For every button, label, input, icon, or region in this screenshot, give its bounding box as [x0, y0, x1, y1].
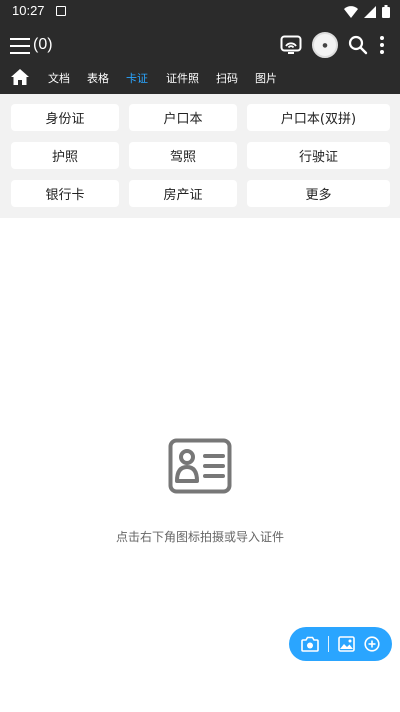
category-grid: 身份证 户口本 户口本(双拼) 护照 驾照 行驶证 银行卡 房产证 更多: [11, 104, 390, 207]
category-bank-card[interactable]: 银行卡: [11, 180, 119, 207]
category-property-certificate[interactable]: 房产证: [129, 180, 237, 207]
category-passport[interactable]: 护照: [11, 142, 119, 169]
category-vehicle-license[interactable]: 行驶证: [247, 142, 390, 169]
image-icon[interactable]: [338, 636, 355, 652]
battery-icon: [382, 5, 390, 18]
fab-divider: [328, 636, 329, 652]
status-time: 10:27: [12, 3, 45, 18]
signal-icon: [364, 5, 376, 18]
tab-tables[interactable]: 表格: [87, 70, 109, 86]
tab-id-photo[interactable]: 证件照: [166, 70, 199, 86]
tab-images[interactable]: 图片: [255, 70, 277, 86]
home-icon[interactable]: [10, 68, 30, 86]
wifi-icon: [344, 5, 358, 18]
category-id-card[interactable]: 身份证: [11, 104, 119, 131]
status-bar: 10:27: [0, 0, 400, 24]
id-card-icon: [168, 438, 232, 494]
category-household-register[interactable]: 户口本: [129, 104, 237, 131]
category-panel: 身份证 户口本 户口本(双拼) 护照 驾照 行驶证 银行卡 房产证 更多: [0, 94, 400, 218]
tab-scan-code[interactable]: 扫码: [216, 70, 238, 86]
empty-state-message: 点击右下角图标拍摄或导入证件: [115, 530, 284, 544]
top-actions: ●: [280, 32, 386, 58]
add-circle-icon[interactable]: [364, 636, 380, 652]
tab-documents[interactable]: 文档: [48, 70, 70, 86]
notification-icon: [56, 6, 66, 16]
category-household-register-double[interactable]: 户口本(双拼): [247, 104, 390, 131]
floating-action-bar: [289, 627, 392, 661]
search-icon[interactable]: [348, 35, 368, 55]
avatar[interactable]: ●: [312, 32, 338, 58]
camera-icon[interactable]: [301, 636, 319, 652]
tab-bar: 文档 表格 卡证 证件照 扫码 图片: [0, 68, 400, 90]
item-count: (0): [33, 36, 53, 53]
category-driver-license[interactable]: 驾照: [129, 142, 237, 169]
status-icons: [344, 5, 390, 18]
more-vertical-icon[interactable]: [378, 35, 386, 55]
menu-icon[interactable]: [10, 38, 32, 56]
tab-cards[interactable]: 卡证: [126, 70, 148, 86]
cast-icon[interactable]: [280, 35, 302, 55]
app-bar: (0) ● 文档 表格 卡证 证件照 扫码 图片: [0, 24, 400, 94]
category-more[interactable]: 更多: [247, 180, 390, 207]
